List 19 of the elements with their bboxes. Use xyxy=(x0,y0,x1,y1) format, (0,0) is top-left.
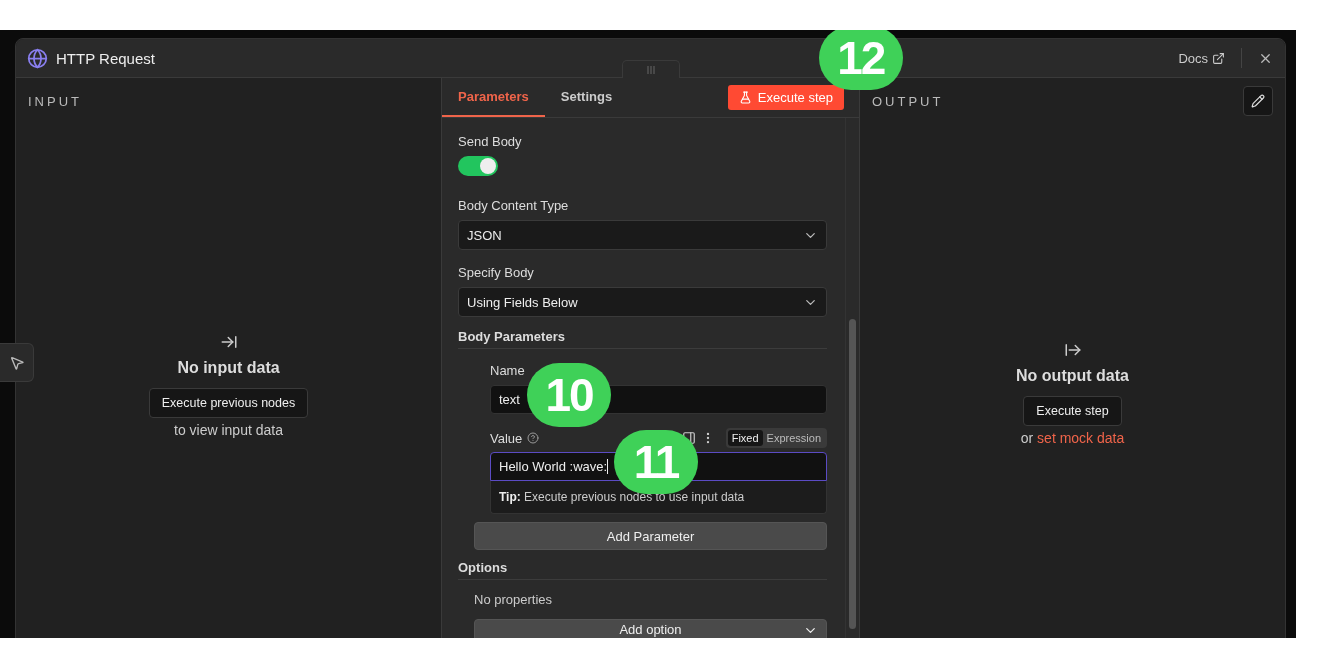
field-label: Specify Body xyxy=(458,265,535,281)
empty-hint: to view input data xyxy=(174,422,283,438)
panel-heading: INPUT xyxy=(28,93,82,109)
field-label: Value xyxy=(490,430,523,446)
empty-options-text: No properties xyxy=(473,592,554,607)
field-label: Body Content Type xyxy=(458,198,570,214)
step-number-tooltip: 11 xyxy=(614,430,698,494)
tip-text: Tip: Execute previous nodes to use input data xyxy=(490,481,827,514)
empty-title: No output data xyxy=(1016,367,1129,385)
section-heading: Body Parameters xyxy=(458,329,827,349)
panel-heading: OUTPUT xyxy=(872,93,944,109)
empty-title: No input data xyxy=(177,359,280,377)
section-heading: Options xyxy=(458,560,827,580)
step-number-tooltip: 12 xyxy=(818,30,903,90)
field-label: Send Body xyxy=(458,134,523,150)
window-title: HTTP Request xyxy=(56,49,155,67)
field-label: Name xyxy=(490,363,526,379)
mock-hint: or set mock data xyxy=(1020,430,1125,446)
step-number-tooltip: 10 xyxy=(527,363,611,427)
